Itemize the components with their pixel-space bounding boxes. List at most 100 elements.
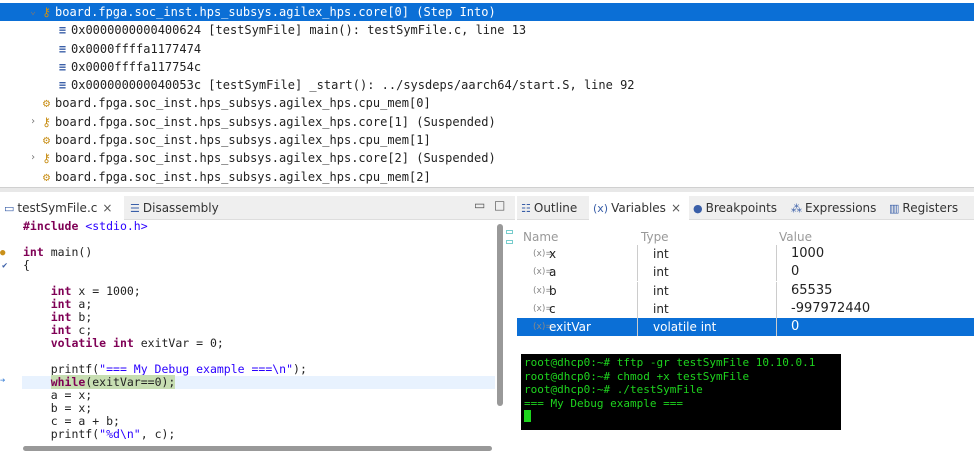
terminal-line: === My Debug example === xyxy=(524,396,683,410)
debug-tree-item[interactable]: ≡ 0x0000ffffa117754c xyxy=(0,58,974,76)
expressions-icon: ⁂ xyxy=(791,202,802,215)
variable-name: x xyxy=(549,247,557,261)
tree-item-label: 0x000000000040053c [testSymFile] _start(… xyxy=(71,78,635,93)
variable-row[interactable]: (x)= exitVar volatile int 0 xyxy=(517,318,974,337)
outline-icon: ☷ xyxy=(521,202,531,215)
overview-marker xyxy=(506,240,513,244)
code-line: a = x; xyxy=(23,388,93,402)
variables-icon: (x) xyxy=(593,202,609,215)
debug-tree-item[interactable]: ⚙ board.fpga.soc_inst.hps_subsys.agilex_h… xyxy=(0,131,974,149)
tab-breakpoints[interactable]: ● Breakpoints xyxy=(689,196,781,220)
check-marker-icon: ✔ xyxy=(2,261,8,271)
tab-label: Outline xyxy=(533,201,578,215)
maximize-icon[interactable]: □ xyxy=(494,198,505,212)
tab-disassembly[interactable]: ☰ Disassembly xyxy=(126,196,223,220)
column-type[interactable]: Type xyxy=(641,230,669,244)
debug-tree-item[interactable]: ⚙ board.fpga.soc_inst.hps_subsys.agilex_h… xyxy=(0,168,974,186)
variable-type: int xyxy=(653,247,669,261)
close-tab-icon[interactable]: × xyxy=(102,201,112,215)
chevron-down-icon[interactable]: ⌄ xyxy=(28,3,38,21)
debug-tree: ⌄ ⚷ board.fpga.soc_inst.hps_subsys.agilex_… xyxy=(0,3,974,186)
column-separator xyxy=(637,299,638,318)
chevron-right-icon[interactable]: › xyxy=(28,149,38,167)
variable-row[interactable]: (x)= b int 65535 xyxy=(517,281,974,300)
column-separator xyxy=(776,245,777,263)
editor-tab-bar: ▭ testSymFile.c × ☰ Disassembly ▭ □ xyxy=(0,196,515,220)
column-separator xyxy=(776,299,777,318)
minimize-icon[interactable]: ▭ xyxy=(474,198,485,212)
tree-item-label: board.fpga.soc_inst.hps_subsys.agilex_hp… xyxy=(55,151,496,166)
code-line: while(exitVar==0); xyxy=(22,375,495,389)
column-name[interactable]: Name xyxy=(523,230,558,244)
chevron-right-icon[interactable]: › xyxy=(28,113,38,131)
stack-frame-icon: ≡ xyxy=(58,23,67,38)
thread-marker-icon: ● xyxy=(0,248,6,258)
debug-tree-item[interactable]: ≡ 0x000000000040053c [testSymFile] _start… xyxy=(0,76,974,94)
code-line: #include <stdio.h> xyxy=(23,220,148,233)
code-line: { xyxy=(23,258,30,272)
stack-frame-icon: ≡ xyxy=(58,59,67,74)
tree-item-label: 0x0000ffffa117754c xyxy=(71,59,202,74)
tab-variables[interactable]: (x) Variables × xyxy=(589,196,689,220)
variable-type: int xyxy=(653,265,669,280)
memory-icon: ⚙ xyxy=(42,169,51,184)
tab-label: Expressions xyxy=(805,201,877,215)
variable-value[interactable]: 1000 xyxy=(791,245,824,263)
variables-header: Name Type Value xyxy=(517,224,974,246)
variable-value[interactable]: -997972440 xyxy=(791,300,870,318)
debug-tree-item[interactable]: ≡ 0x0000000000400624 [testSymFile] main()… xyxy=(0,21,974,39)
tab-label: Variables xyxy=(611,201,666,215)
variable-name: exitVar xyxy=(549,320,591,335)
column-separator xyxy=(637,318,638,337)
variable-type: int xyxy=(653,301,669,316)
memory-icon: ⚙ xyxy=(42,133,51,148)
sash-divider[interactable] xyxy=(0,187,974,192)
debug-tree-item[interactable]: ⌄ ⚷ board.fpga.soc_inst.hps_subsys.agilex_… xyxy=(0,3,974,22)
thread-icon: ⚷ xyxy=(42,151,51,166)
tab-expressions[interactable]: ⁂ Expressions xyxy=(787,196,880,220)
terminal-cursor xyxy=(524,410,531,422)
breakpoints-icon: ● xyxy=(693,202,703,215)
terminal-line: root@dhcp0:~# tftp -gr testSymFile 10.10… xyxy=(524,356,816,369)
tree-item-label: board.fpga.soc_inst.hps_subsys.agilex_hp… xyxy=(55,114,496,129)
code-line: int b; xyxy=(50,310,93,324)
code-line: int x = 1000; xyxy=(50,284,141,298)
editor-horizontal-scrollbar[interactable] xyxy=(23,446,492,451)
variable-name: a xyxy=(549,265,557,280)
variable-value[interactable]: 0 xyxy=(791,318,799,336)
column-separator xyxy=(637,245,638,263)
editor-vertical-scrollbar[interactable] xyxy=(497,224,503,406)
stack-frame-icon: ≡ xyxy=(58,41,67,56)
column-value[interactable]: Value xyxy=(779,230,812,244)
disassembly-icon: ☰ xyxy=(130,202,140,215)
column-separator xyxy=(776,263,777,282)
debug-tree-item[interactable]: ≡ 0x0000ffffa1177474 xyxy=(0,40,974,58)
tab-label: Registers xyxy=(902,201,959,215)
column-separator xyxy=(776,281,777,300)
terminal-line: root@dhcp0:~# chmod +x testSymFile xyxy=(524,369,750,383)
code-editor[interactable]: #include <stdio.h> int main(){ int x = 10… xyxy=(22,220,495,448)
variable-value[interactable]: 0 xyxy=(791,263,799,281)
code-line: volatile int exitVar = 0; xyxy=(50,336,224,350)
terminal-line: root@dhcp0:~# ./testSymFile xyxy=(524,383,703,396)
stack-frame-icon: ≡ xyxy=(58,78,67,93)
tab-registers[interactable]: ▥ Registers xyxy=(885,196,962,220)
tab-outline[interactable]: ☷ Outline xyxy=(517,196,581,220)
variable-type: volatile int xyxy=(653,320,717,335)
debug-tree-item[interactable]: ⚙ board.fpga.soc_inst.hps_subsys.agilex_h… xyxy=(0,94,974,112)
debug-tree-item[interactable]: › ⚷ board.fpga.soc_inst.hps_subsys.agilex_… xyxy=(0,113,974,131)
debug-tree-item[interactable]: › ⚷ board.fpga.soc_inst.hps_subsys.agilex_… xyxy=(0,149,974,167)
instruction-pointer-icon: ➔ xyxy=(0,376,6,386)
variable-row[interactable]: (x)= x int 1000 xyxy=(517,245,974,263)
code-line: printf("%d\n", c); xyxy=(23,427,176,441)
variable-row[interactable]: (x)= a int 0 xyxy=(517,263,974,282)
variable-value[interactable]: 65535 xyxy=(791,282,832,300)
tab-label: Disassembly xyxy=(142,201,219,215)
close-tab-icon[interactable]: × xyxy=(671,201,681,215)
tab-testsymfile-c[interactable]: ▭ testSymFile.c × xyxy=(0,196,124,220)
variable-row[interactable]: (x)= c int -997972440 xyxy=(517,299,974,318)
terminal-output: root@dhcp0:~# tftp -gr testSymFile 10.10… xyxy=(521,354,841,430)
tree-item-label: board.fpga.soc_inst.hps_subsys.agilex_hp… xyxy=(55,5,496,19)
column-separator xyxy=(637,281,638,300)
column-separator xyxy=(776,318,777,337)
